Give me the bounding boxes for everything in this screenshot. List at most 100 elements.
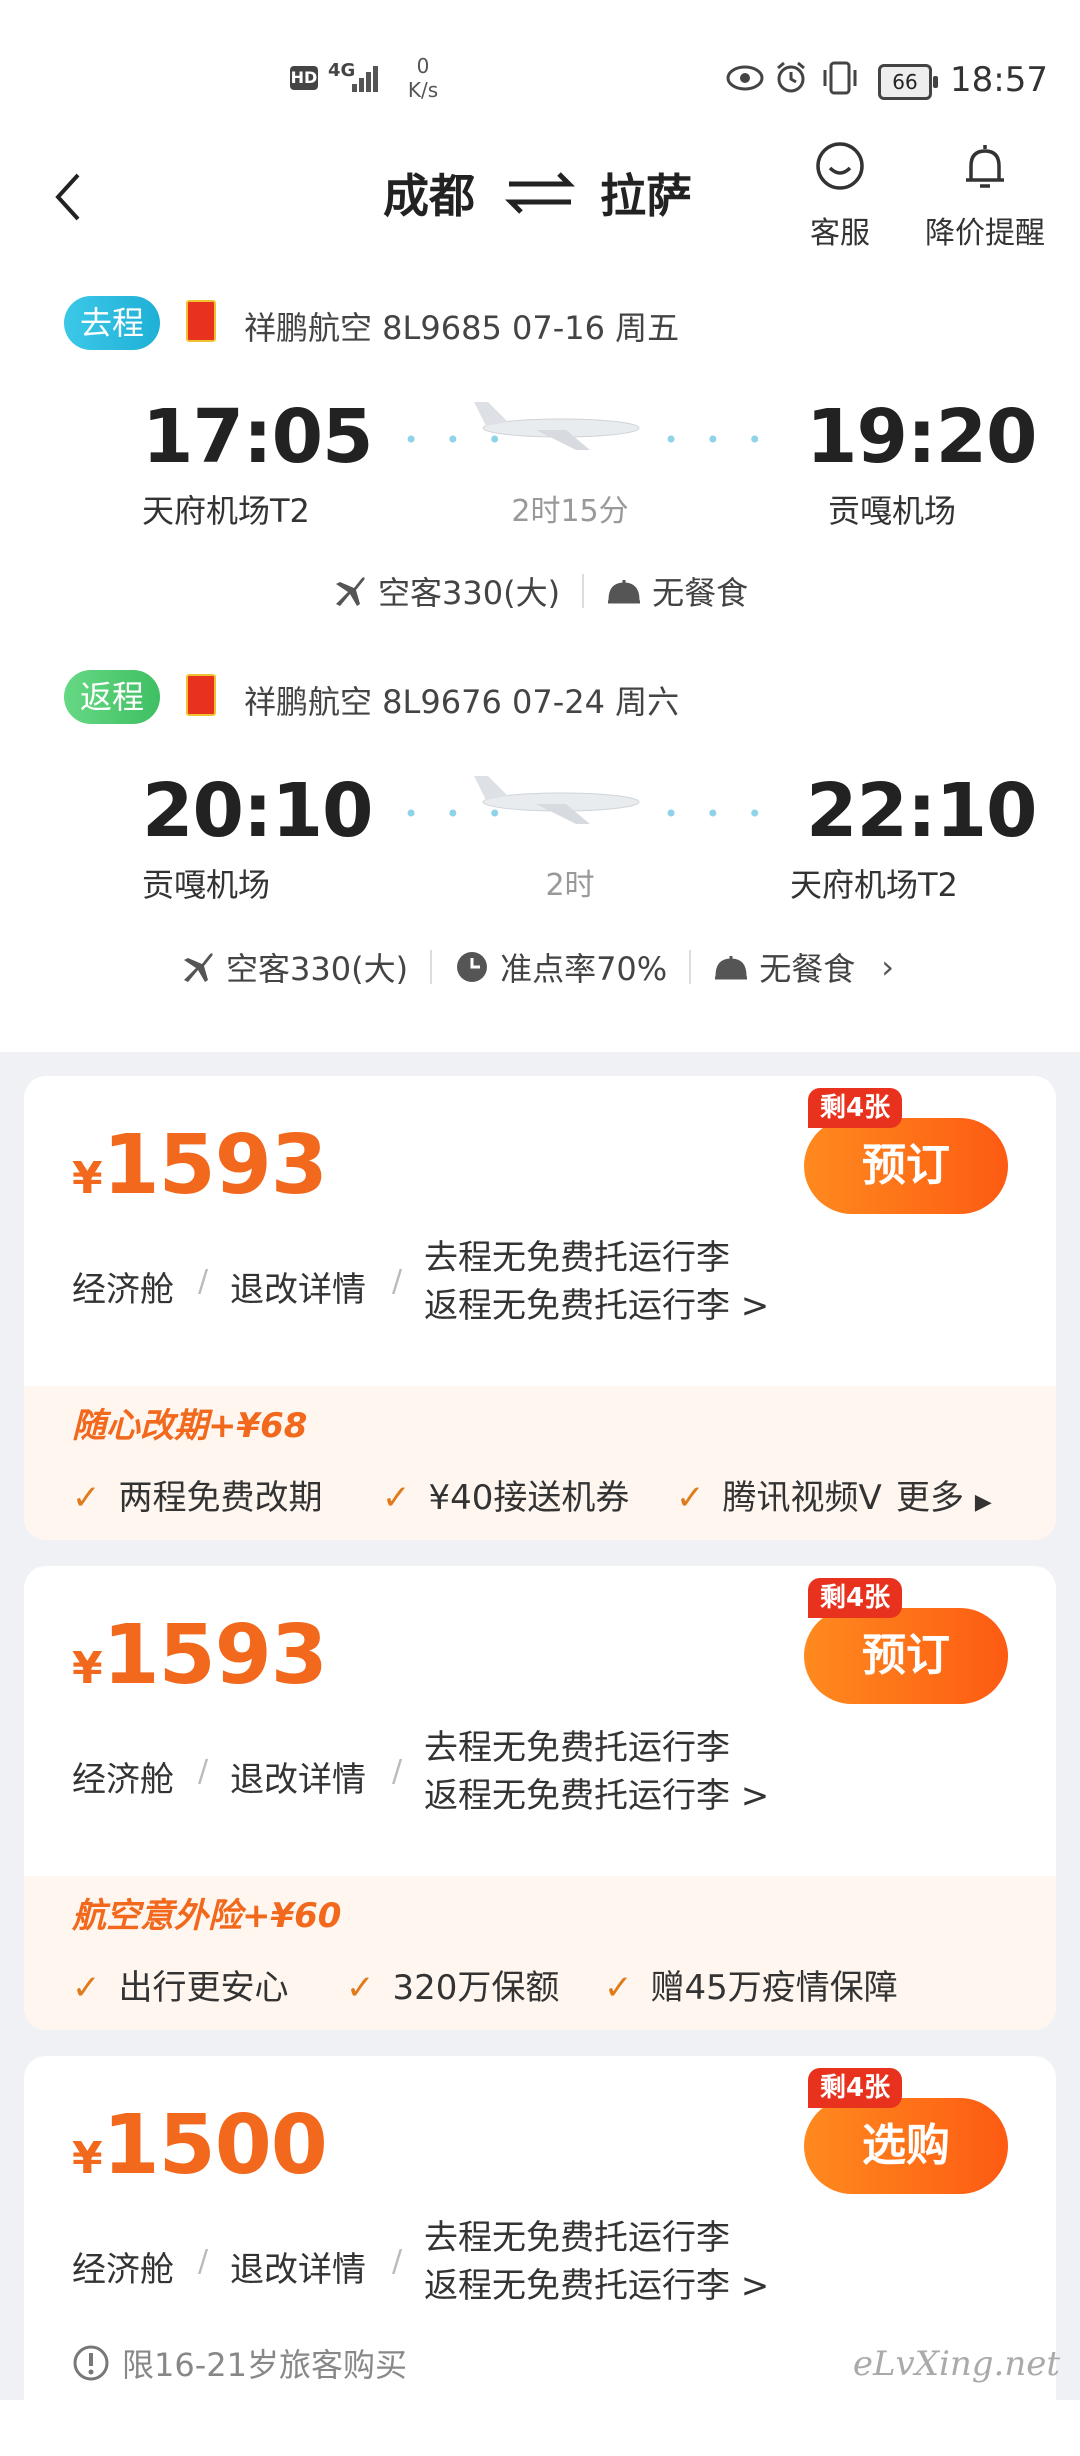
airline-logo-icon [186, 300, 216, 342]
airline-logo-icon [186, 674, 216, 716]
divider [430, 950, 433, 984]
baggage-info[interactable]: 去程无免费托运行李 返程无免费托运行李 > [424, 1234, 769, 1330]
separator: / [392, 1264, 403, 1299]
book-button[interactable]: 预订 [804, 1118, 1008, 1214]
promo-item: ✓ 两程免费改期 [72, 1478, 323, 1518]
price-alert-button[interactable]: 降价提醒 [920, 140, 1050, 252]
route-dots-right: • • • [664, 426, 772, 454]
separator: / [392, 1754, 403, 1789]
chevron-left-icon [55, 173, 80, 221]
remaining-badge: 剩4张 [808, 1578, 903, 1618]
airplane-icon [474, 776, 640, 824]
return-tag: 返程 [64, 670, 160, 724]
baggage-outbound: 去程无免费托运行李 [424, 2218, 730, 2258]
meal-icon [715, 956, 748, 980]
refund-details-link[interactable]: 退改详情 [230, 1752, 366, 1801]
baggage-outbound: 去程无免费托运行李 [424, 1238, 730, 1278]
cabin-class: 经济舱 [72, 1270, 174, 1310]
eye-icon [726, 65, 764, 91]
outbound-dep-time: 17:05 [142, 394, 374, 480]
hd-icon: HD [290, 66, 318, 90]
vibrate-icon [823, 61, 857, 95]
baggage-outbound: 去程无免费托运行李 [424, 1728, 730, 1768]
plane-icon [184, 953, 213, 982]
return-dep-time: 20:10 [142, 768, 374, 854]
separator: / [198, 2244, 209, 2279]
airplane-icon [474, 402, 640, 450]
return-meal: 无餐食 [759, 950, 856, 988]
outbound-tag: 去程 [64, 296, 160, 350]
fare-card[interactable]: ¥1500 选购 剩4张 经济舱 / 退改详情 / 去程无免费托运行李 返程无免… [24, 2056, 1056, 2456]
customer-service-button[interactable]: 客服 [800, 140, 880, 252]
promo-item: ✓ 320万保额 [346, 1968, 560, 2008]
battery-icon: 66 [878, 64, 938, 100]
signal-icon [352, 66, 378, 92]
promo-item: ✓ ¥40接送机券 [382, 1478, 630, 1518]
plane-icon [336, 577, 365, 606]
promo-panel[interactable]: 随心改期+¥68 ✓ 两程免费改期 ✓ ¥40接送机券 ✓ 腾讯视频V 更多 ▶ [24, 1386, 1056, 1540]
baggage-return: 返程无免费托运行李 > [424, 1776, 770, 1816]
info-icon [73, 2345, 109, 2381]
outbound-meal: 无餐食 [652, 574, 749, 612]
separator: / [198, 1754, 209, 1789]
promo-item: ✓ 出行更安心 [72, 1968, 289, 2008]
refund-details-link[interactable]: 退改详情 [230, 2242, 366, 2291]
return-flight-info: 祥鹏航空 8L9676 07-24 周六 [244, 683, 680, 721]
divider [689, 950, 692, 984]
price-alert-label: 降价提醒 [925, 216, 1045, 251]
outbound-duration: 2时15分 [511, 494, 629, 529]
alarm-icon [777, 61, 805, 93]
outbound-arr-airport: 贡嘎机场 [828, 492, 957, 530]
remaining-badge: 剩4张 [808, 2068, 903, 2108]
chat-icon [816, 142, 864, 190]
outbound-dep-airport: 天府机场T2 [142, 492, 310, 530]
clock-icon [457, 952, 488, 982]
caret-right-icon: ▶ [974, 1490, 992, 1515]
outbound-aircraft: 空客330(大) [378, 574, 561, 612]
baggage-info[interactable]: 去程无免费托运行李 返程无免费托运行李 > [424, 2214, 769, 2310]
bell-icon [966, 145, 1004, 188]
return-aircraft: 空客330(大) [226, 950, 409, 988]
promo-item: ✓ 赠45万疫情保障 [604, 1968, 898, 2008]
return-details[interactable]: 空客330(大) 准点率70% 无餐食 › [180, 944, 894, 990]
separator: / [198, 1264, 209, 1299]
meal-icon [608, 580, 641, 604]
cabin-class: 经济舱 [72, 2250, 174, 2290]
more-link[interactable]: 更多 ▶ [896, 1470, 992, 1519]
return-arr-airport: 天府机场T2 [790, 866, 958, 904]
clock: 18:57 [950, 60, 1048, 100]
fare-card[interactable]: ¥1593 预订 剩4张 经济舱 / 退改详情 / 去程无免费托运行李 返程无免… [24, 1566, 1056, 2030]
customer-service-label: 客服 [810, 216, 870, 251]
select-button[interactable]: 选购 [804, 2098, 1008, 2194]
route-dots-right: • • • [664, 800, 772, 828]
separator: / [392, 2244, 403, 2279]
return-duration: 2时 [545, 868, 595, 903]
back-button[interactable] [42, 165, 92, 229]
status-bar: HD 4G 0 K/s 66 18:57 [0, 0, 1080, 130]
promo-item: ✓ 腾讯视频V [676, 1478, 882, 1518]
book-button[interactable]: 预订 [804, 1608, 1008, 1704]
fare-price: ¥1500 [72, 2098, 328, 2193]
return-arr-time: 22:10 [806, 768, 1038, 854]
fare-card[interactable]: ¥1593 预订 剩4张 经济舱 / 退改详情 / 去程无免费托运行李 返程无免… [24, 1076, 1056, 1540]
remaining-badge: 剩4张 [808, 1088, 903, 1128]
cabin-class: 经济舱 [72, 1760, 174, 1800]
destination-city: 拉萨 [600, 169, 692, 223]
baggage-info[interactable]: 去程无免费托运行李 返程无免费托运行李 > [424, 1724, 769, 1820]
promo-title: 随心改期+¥68 [72, 1406, 308, 1446]
network-speed: 0 K/s [407, 54, 439, 102]
age-restriction-note: 限16-21岁旅客购买 [72, 2340, 407, 2386]
baggage-return: 返程无免费托运行李 > [424, 1286, 770, 1326]
refund-details-link[interactable]: 退改详情 [230, 1262, 366, 1311]
return-dep-airport: 贡嘎机场 [142, 866, 271, 904]
outbound-details: 空客330(大) 无餐食 [332, 568, 748, 614]
swap-arrows-icon[interactable] [505, 168, 575, 218]
chevron-right-icon: › [881, 948, 895, 986]
promo-title: 航空意外险+¥60 [72, 1896, 342, 1936]
promo-panel[interactable]: 航空意外险+¥60 ✓ 出行更安心 ✓ 320万保额 ✓ 赠45万疫情保障 [24, 1876, 1056, 2030]
origin-city: 成都 [383, 169, 475, 223]
fare-price: ¥1593 [72, 1118, 328, 1213]
baggage-return: 返程无免费托运行李 > [424, 2266, 770, 2306]
divider [582, 574, 585, 608]
outbound-arr-time: 19:20 [806, 394, 1038, 480]
